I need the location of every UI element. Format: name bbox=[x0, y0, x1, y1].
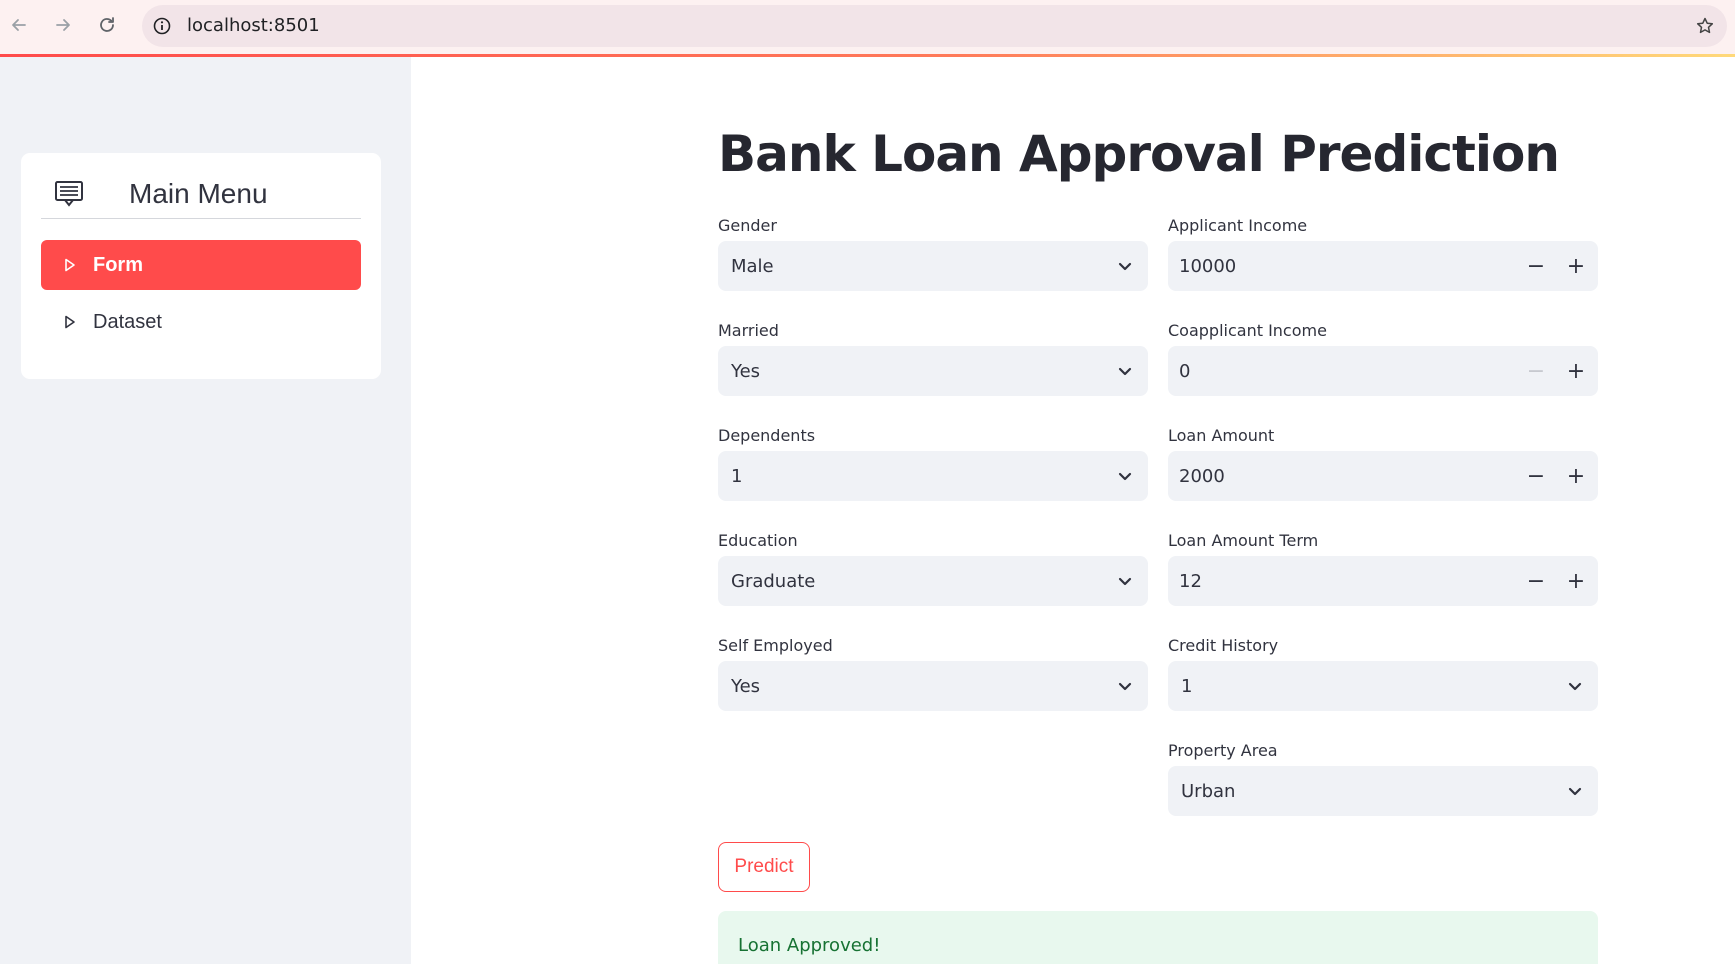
field-label: Dependents bbox=[718, 426, 816, 445]
increment-button[interactable]: + bbox=[1556, 556, 1596, 606]
number-value[interactable]: 0 bbox=[1179, 361, 1190, 382]
married-field: Married Yes bbox=[718, 320, 1148, 396]
loan-amount-term-input[interactable]: 12 − + bbox=[1168, 556, 1598, 606]
chevron-down-icon bbox=[1568, 682, 1582, 691]
self-employed-select[interactable]: Yes bbox=[718, 661, 1148, 711]
field-label: Gender bbox=[718, 216, 777, 235]
property-area-select[interactable]: Urban bbox=[1168, 766, 1598, 816]
gender-select[interactable]: Male bbox=[718, 241, 1148, 291]
select-value: Urban bbox=[1181, 780, 1236, 802]
url-text[interactable]: localhost:8501 bbox=[187, 5, 320, 47]
menu-title: Main Menu bbox=[129, 178, 268, 209]
increment-button[interactable]: + bbox=[1556, 241, 1596, 291]
coapplicant-income-field: Coapplicant Income 0 − + bbox=[1168, 320, 1598, 396]
chevron-down-icon bbox=[1118, 682, 1132, 691]
info-icon[interactable] bbox=[150, 14, 174, 38]
menu-item-dataset[interactable]: Dataset bbox=[41, 297, 361, 347]
select-value: Male bbox=[731, 255, 774, 277]
arrow-right-icon bbox=[56, 19, 70, 31]
property-area-field: Property Area Urban bbox=[1168, 740, 1598, 816]
self-employed-field: Self Employed Yes bbox=[718, 635, 1148, 711]
number-value[interactable]: 10000 bbox=[1179, 256, 1236, 277]
caret-right-icon bbox=[65, 315, 75, 329]
reload-icon bbox=[100, 17, 114, 32]
chevron-down-icon bbox=[1118, 262, 1132, 271]
decrement-button[interactable]: − bbox=[1516, 451, 1556, 501]
loan-amount-field: Loan Amount 2000 − + bbox=[1168, 425, 1598, 501]
predict-button[interactable]: Predict bbox=[718, 842, 810, 892]
main-content: Bank Loan Approval Prediction Gender Mal… bbox=[411, 57, 1735, 964]
select-value: Yes bbox=[731, 360, 761, 382]
select-value: Yes bbox=[731, 675, 761, 697]
menu-header: Main Menu bbox=[41, 169, 361, 219]
chevron-down-icon bbox=[1118, 367, 1132, 376]
field-label: Credit History bbox=[1168, 636, 1279, 655]
credit-history-select[interactable]: 1 bbox=[1168, 661, 1598, 711]
address-bar[interactable]: localhost:8501 bbox=[142, 5, 1727, 47]
education-field: Education Graduate bbox=[718, 530, 1148, 606]
list-alt-icon bbox=[55, 181, 83, 207]
field-label: Applicant Income bbox=[1168, 216, 1308, 235]
increment-button[interactable]: + bbox=[1556, 451, 1596, 501]
select-value: 1 bbox=[1181, 675, 1193, 697]
decrement-button[interactable]: − bbox=[1516, 241, 1556, 291]
browser-toolbar: localhost:8501 bbox=[0, 0, 1735, 56]
field-label: Property Area bbox=[1168, 741, 1278, 760]
chevron-down-icon bbox=[1118, 577, 1132, 586]
dependents-field: Dependents 1 bbox=[718, 425, 1148, 501]
increment-button[interactable]: + bbox=[1556, 346, 1596, 396]
number-value[interactable]: 2000 bbox=[1179, 466, 1225, 487]
arrow-left-icon bbox=[12, 19, 26, 31]
dependents-select[interactable]: 1 bbox=[718, 451, 1148, 501]
menu-item-form[interactable]: Form bbox=[41, 240, 361, 290]
field-label: Loan Amount bbox=[1168, 426, 1275, 445]
gender-field: Gender Male bbox=[718, 215, 1148, 291]
star-icon[interactable] bbox=[1693, 14, 1717, 38]
reload-button[interactable] bbox=[90, 8, 124, 42]
menu-item-label: Dataset bbox=[93, 310, 162, 333]
menu-item-label: Form bbox=[93, 253, 143, 276]
forward-button[interactable] bbox=[46, 8, 80, 42]
married-select[interactable]: Yes bbox=[718, 346, 1148, 396]
applicant-income-input[interactable]: 10000 − + bbox=[1168, 241, 1598, 291]
education-select[interactable]: Graduate bbox=[718, 556, 1148, 606]
field-label: Loan Amount Term bbox=[1168, 531, 1319, 550]
caret-right-icon bbox=[65, 258, 75, 272]
sidebar: Main Menu Form Dataset bbox=[0, 57, 411, 964]
result-message: Loan Approved! bbox=[738, 935, 881, 956]
applicant-income-field: Applicant Income 10000 − + bbox=[1168, 215, 1598, 291]
field-label: Education bbox=[718, 531, 798, 550]
coapplicant-income-input[interactable]: 0 − + bbox=[1168, 346, 1598, 396]
credit-history-field: Credit History 1 bbox=[1168, 635, 1598, 711]
back-button[interactable] bbox=[2, 8, 36, 42]
main-menu-card: Main Menu Form Dataset bbox=[21, 153, 381, 379]
loan-amount-term-field: Loan Amount Term 12 − + bbox=[1168, 530, 1598, 606]
field-label: Married bbox=[718, 321, 779, 340]
select-value: 1 bbox=[731, 465, 743, 487]
loan-amount-input[interactable]: 2000 − + bbox=[1168, 451, 1598, 501]
chevron-down-icon bbox=[1118, 472, 1132, 481]
select-value: Graduate bbox=[731, 570, 816, 592]
success-alert: Loan Approved! bbox=[718, 911, 1598, 964]
decrement-button[interactable]: − bbox=[1516, 346, 1556, 396]
decrement-button[interactable]: − bbox=[1516, 556, 1556, 606]
field-label: Coapplicant Income bbox=[1168, 321, 1327, 340]
page-title: Bank Loan Approval Prediction bbox=[718, 125, 1560, 183]
field-label: Self Employed bbox=[718, 636, 833, 655]
chevron-down-icon bbox=[1568, 787, 1582, 796]
number-value[interactable]: 12 bbox=[1179, 571, 1202, 592]
